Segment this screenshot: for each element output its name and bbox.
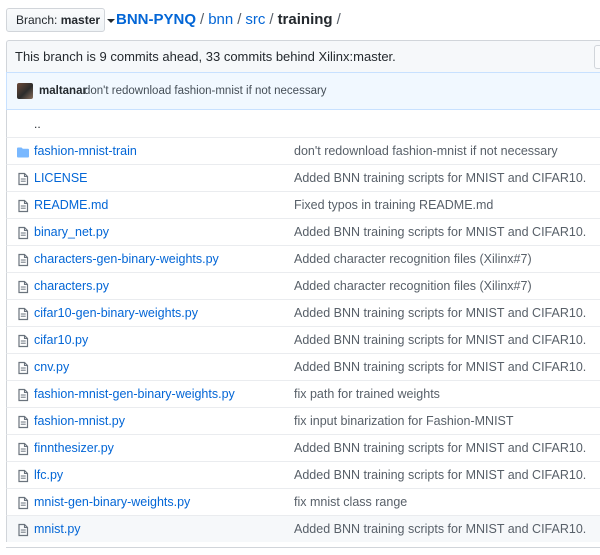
commit-message-link[interactable]: don't redownload fashion-mnist if not ne… xyxy=(294,144,558,158)
file-navigation: Branch: master BNN-PYNQ / bnn / src / training… xyxy=(0,0,600,38)
file-name-link[interactable]: README.md xyxy=(34,198,108,212)
file-row[interactable]: characters-gen-binary-weights.py Added ch… xyxy=(6,245,600,272)
file-icon xyxy=(16,280,30,294)
caret-down-icon xyxy=(107,18,116,23)
commit-message-link[interactable]: Added BNN training scripts for MNIST and… xyxy=(294,468,586,482)
file-name-link[interactable]: mnist-gen-binary-weights.py xyxy=(34,495,190,509)
commit-message-link[interactable]: Added BNN training scripts for MNIST and… xyxy=(294,441,586,455)
commit-message-link[interactable]: don't redownload fashion-mnist if not ne… xyxy=(84,73,327,109)
avatar[interactable] xyxy=(17,83,33,99)
file-row[interactable]: cnv.py Added BNN training scripts for MNI… xyxy=(6,353,600,380)
file-icon xyxy=(16,226,30,240)
file-icon xyxy=(16,172,30,186)
file-icon xyxy=(16,199,30,213)
breadcrumb-repo-link[interactable]: BNN-PYNQ xyxy=(116,11,196,28)
file-icon xyxy=(16,442,30,456)
commit-message-link[interactable]: Added BNN training scripts for MNIST and… xyxy=(294,225,586,239)
breadcrumb: BNN-PYNQ / bnn / src / training / xyxy=(116,10,345,30)
parent-directory-link[interactable]: .. xyxy=(34,117,41,131)
file-row[interactable]: cifar10.py Added BNN training scripts for… xyxy=(6,326,600,353)
latest-commit-bar: maltanar don't redownload fashion-mnist … xyxy=(6,72,600,110)
breadcrumb-separator: / xyxy=(200,11,205,28)
breadcrumb-current: training xyxy=(277,11,333,28)
file-name-link[interactable]: cifar10.py xyxy=(34,333,88,347)
file-name-link[interactable]: LICENSE xyxy=(34,171,88,185)
file-row[interactable]: LICENSE Added BNN training scripts for MN… xyxy=(6,164,600,191)
file-icon xyxy=(16,253,30,267)
file-icon xyxy=(16,415,30,429)
file-name-link[interactable]: lfc.py xyxy=(34,468,63,482)
file-icon xyxy=(16,469,30,483)
commit-author-link[interactable]: maltanar xyxy=(39,73,87,109)
file-name-link[interactable]: cifar10-gen-binary-weights.py xyxy=(34,306,198,320)
breadcrumb-separator: / xyxy=(237,11,242,28)
commit-message-link[interactable]: fix path for trained weights xyxy=(294,387,440,401)
file-icon xyxy=(16,388,30,402)
parent-directory-row[interactable]: .. xyxy=(6,110,600,137)
commit-message-link[interactable]: Added character recognition files (Xilin… xyxy=(294,252,532,266)
commit-message-link[interactable]: Added BNN training scripts for MNIST and… xyxy=(294,360,586,374)
file-icon xyxy=(16,523,30,537)
pull-request-button[interactable] xyxy=(594,45,600,69)
file-row[interactable]: fashion-mnist-gen-binary-weights.py fix p… xyxy=(6,380,600,407)
commit-message-link[interactable]: Added BNN training scripts for MNIST and… xyxy=(294,333,586,347)
file-icon xyxy=(16,334,30,348)
file-row[interactable]: finnthesizer.py Added BNN training script… xyxy=(6,434,600,461)
file-row[interactable]: lfc.py Added BNN training scripts for MNI… xyxy=(6,461,600,488)
commit-message-link[interactable]: fix mnist class range xyxy=(294,495,407,509)
file-name-link[interactable]: finnthesizer.py xyxy=(34,441,114,455)
file-row[interactable]: characters.py Added character recognition… xyxy=(6,272,600,299)
file-row[interactable]: mnist-gen-binary-weights.py fix mnist cla… xyxy=(6,488,600,515)
file-row[interactable]: README.md Fixed typos in training README.… xyxy=(6,191,600,218)
file-row[interactable]: cifar10-gen-binary-weights.py Added BNN t… xyxy=(6,299,600,326)
file-name-link[interactable]: cnv.py xyxy=(34,360,69,374)
file-icon xyxy=(16,361,30,375)
file-icon xyxy=(16,307,30,321)
commit-message-link[interactable]: Added BNN training scripts for MNIST and… xyxy=(294,522,586,536)
branch-info-box: This branch is 9 commits ahead, 33 commi… xyxy=(6,40,600,73)
commit-message-link[interactable]: Added BNN training scripts for MNIST and… xyxy=(294,306,586,320)
breadcrumb-link-bnn[interactable]: bnn xyxy=(208,11,233,28)
breadcrumb-separator: / xyxy=(269,11,274,28)
branch-info-text: This branch is 9 commits ahead, 33 commi… xyxy=(15,49,396,64)
table-bottom-border xyxy=(6,547,600,548)
branch-label: Branch: xyxy=(16,13,58,27)
breadcrumb-link-src[interactable]: src xyxy=(245,11,265,28)
file-list-table: .. fashion-mnist-train don't redownload f… xyxy=(6,110,600,542)
file-icon xyxy=(16,496,30,510)
folder-row[interactable]: fashion-mnist-train don't redownload fash… xyxy=(6,137,600,164)
file-name-link[interactable]: mnist.py xyxy=(34,522,81,536)
commit-message-link[interactable]: Added character recognition files (Xilin… xyxy=(294,279,532,293)
branch-name: master xyxy=(60,13,101,27)
file-name-link[interactable]: fashion-mnist-train xyxy=(34,144,137,158)
commit-message-link[interactable]: Fixed typos in training README.md xyxy=(294,198,493,212)
file-row[interactable]: binary_net.py Added BNN training scripts … xyxy=(6,218,600,245)
breadcrumb-separator: / xyxy=(336,11,341,28)
file-name-link[interactable]: characters-gen-binary-weights.py xyxy=(34,252,219,266)
folder-icon xyxy=(16,145,30,159)
file-row[interactable]: fashion-mnist.py fix input binarization f… xyxy=(6,407,600,434)
file-name-link[interactable]: fashion-mnist.py xyxy=(34,414,125,428)
commit-message-link[interactable]: Added BNN training scripts for MNIST and… xyxy=(294,171,586,185)
branch-select-button[interactable]: Branch: master xyxy=(6,8,116,32)
file-name-link[interactable]: fashion-mnist-gen-binary-weights.py xyxy=(34,387,235,401)
file-row[interactable]: mnist.py Added BNN training scripts for M… xyxy=(6,515,600,542)
commit-message-link[interactable]: fix input binarization for Fashion-MNIST xyxy=(294,414,514,428)
file-name-link[interactable]: characters.py xyxy=(34,279,109,293)
file-name-link[interactable]: binary_net.py xyxy=(34,225,109,239)
